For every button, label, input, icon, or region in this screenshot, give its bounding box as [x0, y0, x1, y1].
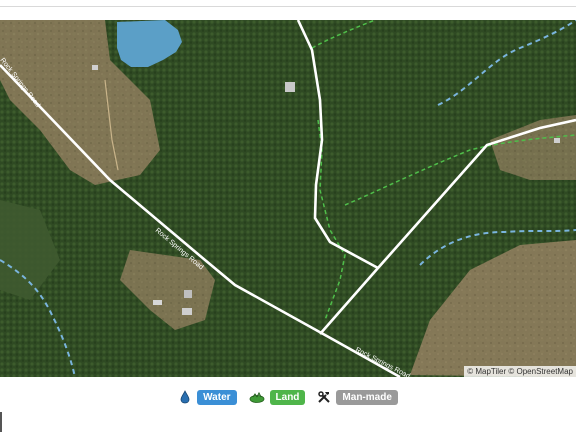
map-legend: Water Land Man-made [0, 377, 576, 417]
satellite-map[interactable]: Rock Springs Road Rock Springs Road Rock… [0, 20, 576, 377]
water-drop-icon [178, 390, 192, 404]
scroll-handle[interactable] [0, 412, 2, 432]
legend-water[interactable]: Water [178, 389, 237, 405]
land-icon [249, 390, 265, 404]
building [285, 82, 295, 92]
building [554, 138, 560, 143]
building [182, 308, 192, 315]
map-attribution[interactable]: © MapTiler © OpenStreetMap [464, 366, 576, 377]
building [184, 290, 192, 298]
legend-land[interactable]: Land [249, 389, 306, 405]
top-border [0, 0, 576, 20]
legend-man-made-badge: Man-made [336, 389, 398, 405]
legend-man-made[interactable]: Man-made [317, 389, 398, 405]
building [153, 300, 162, 305]
map-view[interactable]: Rock Springs Road Rock Springs Road Rock… [0, 20, 576, 377]
legend-land-badge: Land [269, 389, 306, 405]
tools-icon [317, 390, 331, 404]
building [92, 65, 98, 70]
legend-water-badge: Water [197, 389, 237, 405]
